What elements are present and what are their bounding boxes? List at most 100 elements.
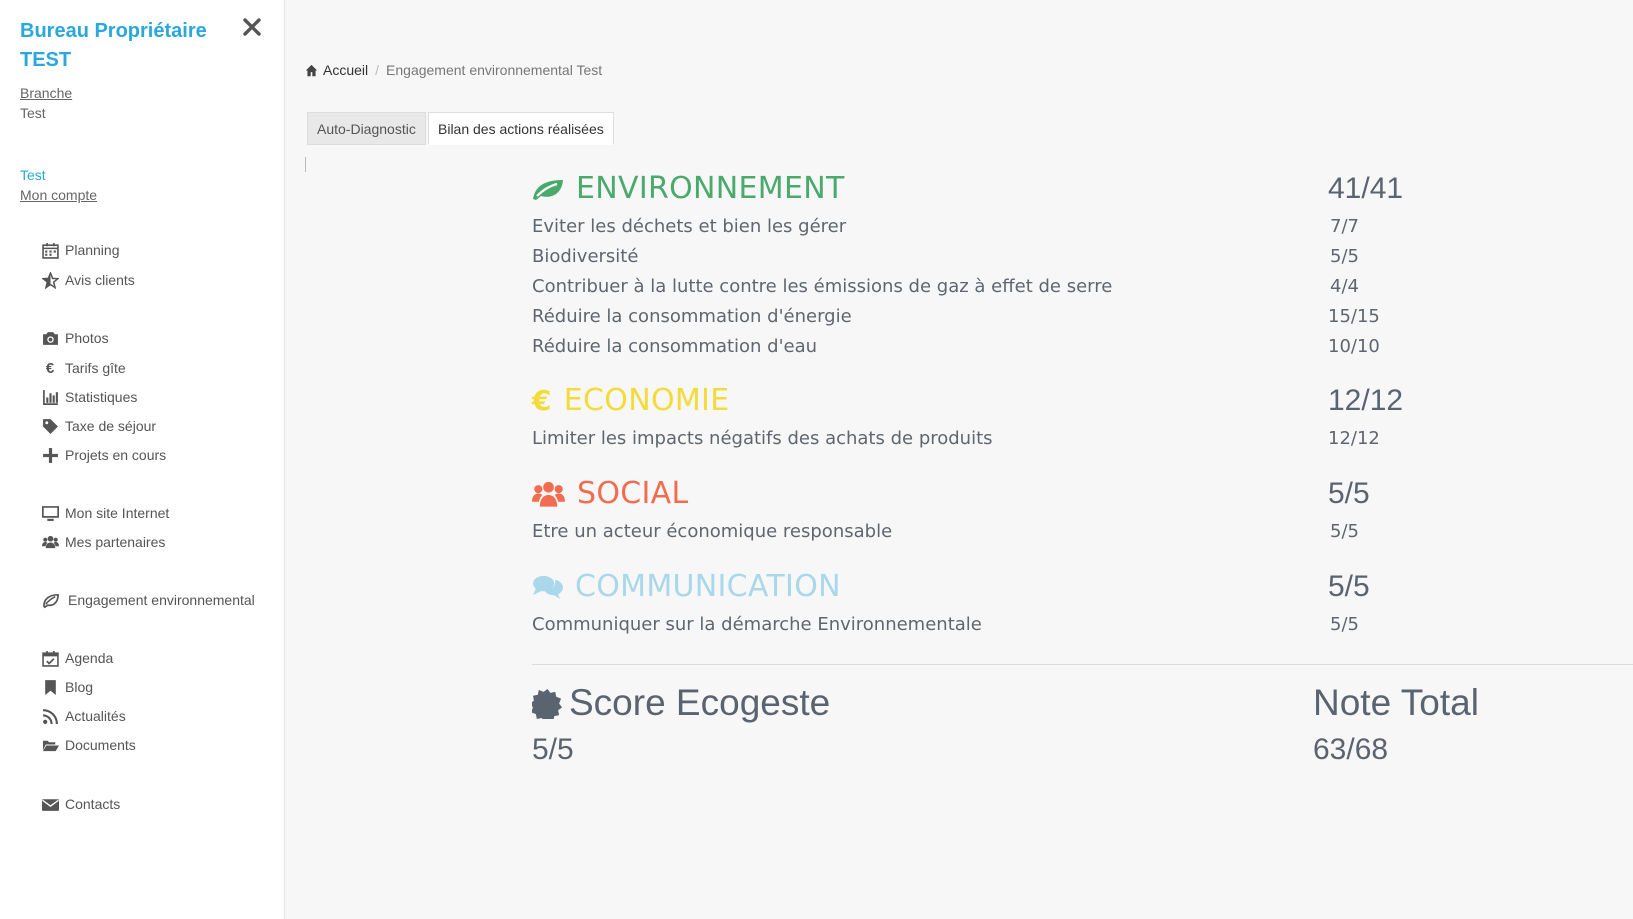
sidebar-item-planning[interactable]: Planning (40, 239, 120, 261)
section-economie-score: 12/12 (1328, 384, 1404, 417)
section-social-score: 5/5 (1328, 477, 1370, 510)
sidebar-item-contacts[interactable]: Contacts (40, 793, 120, 815)
section-communication-score: 5/5 (1328, 570, 1370, 603)
sidebar-item-label: Tarifs gîte (65, 360, 126, 376)
users-icon (532, 480, 565, 508)
sidebar-item-label: Actualités (65, 708, 126, 724)
sidebar-item-label: Contacts (65, 796, 121, 812)
bookmark-icon (40, 678, 60, 696)
star-half-icon (40, 271, 60, 289)
sidebar-item-avis-clients[interactable]: Avis clients (40, 269, 135, 291)
sidebar-item-label: Statistiques (65, 389, 138, 405)
close-icon[interactable] (242, 17, 264, 39)
sidebar-item-label: Avis clients (65, 272, 135, 288)
score-ecogeste-label: Score Ecogeste (569, 682, 831, 723)
plus-icon (40, 446, 60, 464)
note-total-title: Note Total (1313, 682, 1479, 723)
sidebar: Bureau Propriétaire TEST Branche Test Te… (0, 0, 285, 919)
sidebar-item-label: Documents (65, 737, 136, 753)
sidebar-item-actualites[interactable]: Actualités (40, 705, 126, 727)
row-value: 5/5 (1330, 614, 1359, 635)
sidebar-item-tarifs-gite[interactable]: € Tarifs gîte (40, 357, 126, 379)
calendar-check-icon (40, 649, 60, 667)
row-value: 4/4 (1330, 276, 1359, 297)
sidebar-item-agenda[interactable]: Agenda (40, 647, 113, 669)
leaf-icon (532, 177, 564, 201)
breadcrumb-current: Engagement environnemental Test (386, 62, 603, 78)
content-marker (305, 157, 306, 172)
row-value: 7/7 (1330, 216, 1359, 237)
sidebar-item-label: Blog (65, 679, 94, 695)
euro-icon: € (45, 359, 55, 377)
breadcrumb-home-label: Accueil (323, 62, 369, 78)
bar-chart-icon (40, 388, 60, 406)
row-label: Etre un acteur économique responsable (532, 521, 893, 542)
sidebar-item-documents[interactable]: Documents (40, 734, 136, 756)
note-total-value: 63/68 (1313, 733, 1389, 766)
sidebar-item-label: Engagement environnemental (68, 592, 255, 608)
desktop-icon (40, 504, 60, 522)
row-label: Contribuer à la lutte contre les émissio… (532, 276, 1113, 297)
summary-divider (532, 664, 1633, 665)
row-value: 10/10 (1328, 336, 1380, 357)
section-title-text: SOCIAL (577, 476, 689, 511)
section-economie-title: € ECONOMIE (532, 383, 729, 418)
sidebar-item-label: Agenda (65, 650, 114, 666)
sidebar-item-engagement[interactable]: Engagement environnemental (40, 589, 255, 611)
section-environnement-title: ENVIRONNEMENT (532, 171, 845, 206)
envelope-icon (40, 795, 60, 813)
home-icon (305, 64, 318, 76)
breadcrumb: Accueil / Engagement environnemental Tes… (305, 62, 602, 78)
score-ecogeste-title: Score Ecogeste (532, 682, 830, 724)
section-social-title: SOCIAL (532, 476, 689, 511)
user-name[interactable]: Test (20, 167, 46, 183)
brand-title: Bureau Propriétaire TEST (20, 20, 207, 71)
tag-icon (40, 417, 60, 435)
calendar-icon (40, 241, 60, 259)
comments-icon (532, 574, 563, 599)
section-title-text: ECONOMIE (563, 383, 730, 418)
sidebar-item-taxe-sejour[interactable]: Taxe de séjour (40, 415, 156, 437)
leaf-icon (40, 591, 60, 609)
sidebar-item-site-internet[interactable]: Mon site Internet (40, 502, 169, 524)
folder-open-icon (40, 736, 60, 754)
score-ecogeste-value: 5/5 (532, 733, 574, 766)
breadcrumb-home[interactable]: Accueil (305, 62, 368, 78)
breadcrumb-separator: / (375, 62, 380, 78)
sidebar-item-label: Mes partenaires (65, 534, 166, 550)
sidebar-item-photos[interactable]: Photos (40, 327, 109, 349)
users-icon (40, 533, 60, 551)
section-environnement-score: 41/41 (1328, 172, 1404, 205)
row-value: 12/12 (1328, 428, 1380, 449)
row-label: Eviter les déchets et bien les gérer (532, 216, 847, 237)
section-title-text: COMMUNICATION (575, 569, 841, 604)
sidebar-item-blog[interactable]: Blog (40, 676, 93, 698)
rss-icon (40, 707, 60, 725)
badge-icon (532, 688, 563, 719)
sidebar-item-label: Planning (65, 242, 120, 258)
row-label: Limiter les impacts négatifs des achats … (532, 428, 993, 449)
row-label: Communiquer sur la démarche Environnemen… (532, 614, 982, 635)
row-value: 5/5 (1330, 246, 1359, 267)
section-communication-title: COMMUNICATION (532, 569, 841, 604)
branch-value: Test (20, 105, 46, 121)
sidebar-item-label: Mon site Internet (65, 505, 170, 521)
camera-icon (40, 329, 60, 347)
row-value: 5/5 (1330, 521, 1359, 542)
sidebar-item-projets[interactable]: Projets en cours (40, 444, 166, 466)
branch-link[interactable]: Branche (20, 85, 72, 101)
row-label: Réduire la consommation d'eau (532, 336, 818, 357)
sidebar-item-label: Photos (65, 330, 109, 346)
sidebar-item-statistiques[interactable]: Statistiques (40, 386, 137, 408)
row-value: 15/15 (1328, 306, 1380, 327)
sidebar-item-label: Taxe de séjour (65, 418, 157, 434)
row-label: Réduire la consommation d'énergie (532, 306, 852, 327)
tab-auto-diagnostic[interactable]: Auto-Diagnostic (307, 112, 426, 145)
sidebar-item-partenaires[interactable]: Mes partenaires (40, 531, 165, 553)
tab-bilan[interactable]: Bilan des actions réalisées (428, 112, 614, 145)
account-link[interactable]: Mon compte (20, 187, 97, 203)
row-label: Biodiversité (532, 246, 639, 267)
sidebar-item-label: Projets en cours (65, 447, 167, 463)
section-title-text: ENVIRONNEMENT (576, 171, 845, 206)
euro-icon: € (532, 384, 552, 417)
